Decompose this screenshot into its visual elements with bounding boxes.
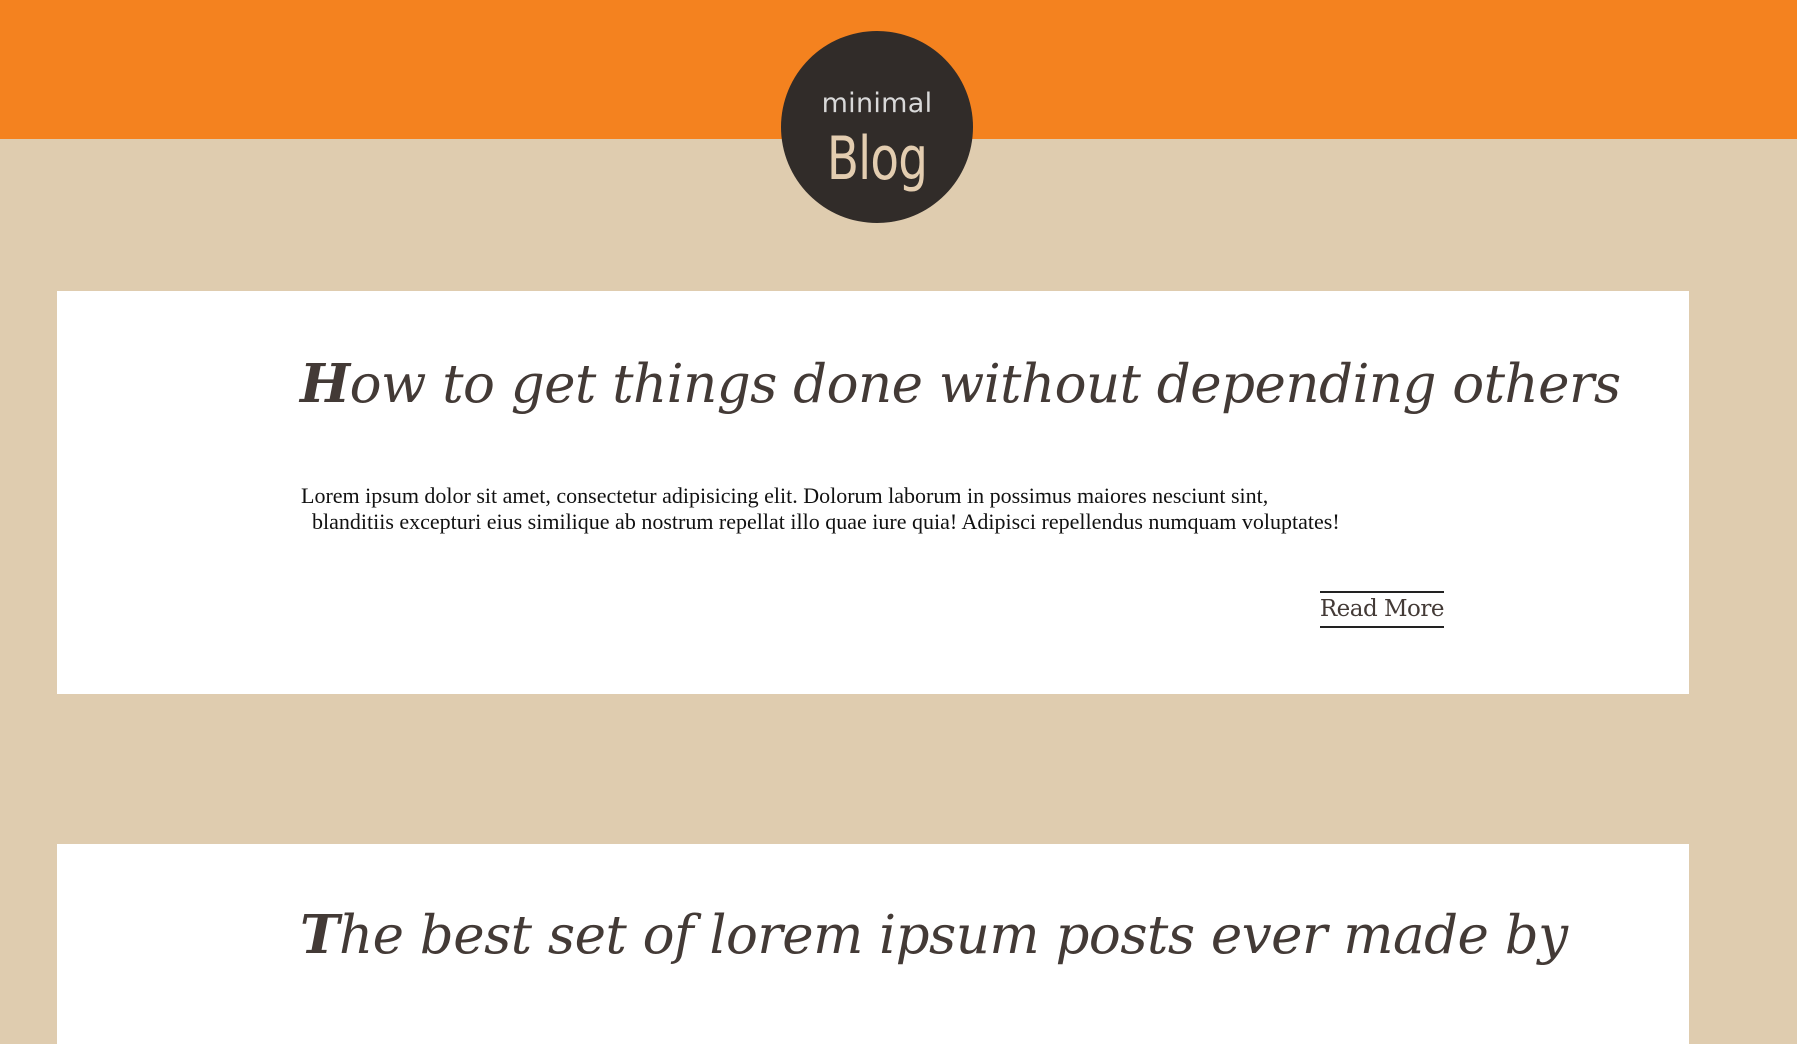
logo-title: Blog (826, 124, 928, 194)
site-logo[interactable]: minimal Blog (781, 31, 973, 223)
post-excerpt-line: Lorem ipsum dolor sit amet, consectetur … (301, 483, 1269, 508)
post-excerpt-line: blanditiis excepturi eius similique ab n… (312, 509, 1340, 534)
post-card: How to get things done without depending… (57, 291, 1689, 694)
read-more-link[interactable]: Read More (1319, 591, 1445, 628)
post-title[interactable]: How to get things done without depending… (300, 353, 1621, 415)
logo-subtitle: minimal (821, 88, 933, 119)
post-card: The best set of lorem ipsum posts ever m… (57, 844, 1689, 1044)
post-excerpt: Lorem ipsum dolor sit amet, consectetur … (301, 483, 1441, 535)
post-title[interactable]: The best set of lorem ipsum posts ever m… (300, 904, 1568, 966)
